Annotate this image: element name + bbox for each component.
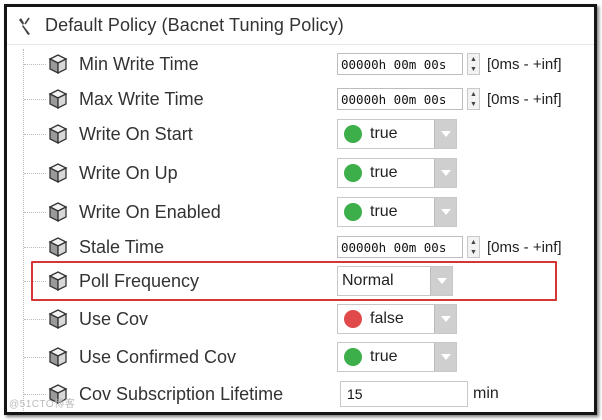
property-row-use-confirmed-cov: Use Confirmed Cov true [7, 338, 594, 376]
property-label: Write On Enabled [79, 201, 221, 222]
property-cube-icon [48, 237, 68, 258]
tree-branch [24, 64, 46, 65]
status-dot-icon [344, 164, 362, 182]
use-cov-select[interactable]: false [337, 304, 457, 334]
tree-branch [24, 212, 46, 213]
select-value: Normal [342, 272, 394, 289]
tree-branch [24, 281, 46, 282]
range-label: [0ms - +inf] [487, 90, 562, 108]
property-row-write-on-start: Write On Start true [7, 115, 594, 153]
range-label: [0ms - +inf] [487, 238, 562, 256]
spin-up-icon[interactable]: ▲ [470, 239, 477, 246]
select-value: true [370, 348, 398, 365]
write-on-start-select[interactable]: true [337, 119, 457, 149]
status-dot-icon [344, 203, 362, 221]
select-value: true [370, 125, 398, 142]
select-value: true [370, 203, 398, 220]
property-cube-icon [48, 271, 68, 292]
property-cube-icon [48, 89, 68, 110]
property-label: Poll Frequency [79, 270, 200, 291]
spin-down-icon[interactable]: ▼ [470, 101, 477, 108]
write-on-up-select[interactable]: true [337, 158, 457, 188]
tree-branch [24, 173, 46, 174]
property-row-cov-subscription-lifetime: Cov Subscription Lifetime 15 min [7, 375, 594, 412]
chevron-down-icon[interactable] [430, 267, 452, 295]
chevron-down-icon[interactable] [434, 159, 456, 187]
watermark: @51CTO博客 [9, 399, 76, 410]
spin-up-icon[interactable]: ▲ [470, 56, 477, 63]
tree-branch [24, 319, 46, 320]
stale-time-spinner[interactable]: ▲ ▼ [467, 236, 480, 258]
property-cube-icon [48, 163, 68, 184]
property-label: Write On Start [79, 123, 193, 144]
use-confirmed-cov-select[interactable]: true [337, 342, 457, 372]
min-write-time-spinner[interactable]: ▲ ▼ [467, 53, 480, 75]
unit-label: min [473, 385, 499, 402]
tree-branch [24, 134, 46, 135]
max-write-time-spinner[interactable]: ▲ ▼ [467, 88, 480, 110]
policy-title: Default Policy (Bacnet Tuning Policy) [45, 15, 344, 35]
property-row-poll-frequency: Poll Frequency Normal [7, 262, 594, 300]
property-row-write-on-up: Write On Up true [7, 154, 594, 192]
max-write-time-field[interactable]: 00000h 00m 00s [337, 88, 463, 110]
property-label: Use Cov [79, 308, 149, 329]
property-label: Cov Subscription Lifetime [79, 383, 284, 404]
policy-header[interactable]: Default Policy (Bacnet Tuning Policy) [7, 7, 594, 45]
chevron-down-icon[interactable] [434, 198, 456, 226]
property-cube-icon [48, 309, 68, 330]
poll-frequency-select[interactable]: Normal [337, 266, 453, 296]
status-dot-icon [344, 348, 362, 366]
property-label: Use Confirmed Cov [79, 346, 237, 367]
select-value: true [370, 164, 398, 181]
property-label: Min Write Time [79, 53, 199, 74]
property-cube-icon [48, 347, 68, 368]
min-write-time-field[interactable]: 00000h 00m 00s [337, 53, 463, 75]
tree-branch [24, 247, 46, 248]
property-sheet-window: Default Policy (Bacnet Tuning Policy) Mi… [4, 4, 597, 415]
select-value: false [370, 310, 404, 327]
property-row-min-write-time: Min Write Time 00000h 00m 00s ▲ ▼ [0ms -… [7, 45, 594, 83]
wrench-icon [19, 17, 30, 35]
property-row-write-on-enabled: Write On Enabled true [7, 193, 594, 231]
property-cube-icon [48, 202, 68, 223]
chevron-down-icon[interactable] [434, 305, 456, 333]
spin-up-icon[interactable]: ▲ [470, 91, 477, 98]
property-cube-icon [48, 124, 68, 145]
stale-time-field[interactable]: 00000h 00m 00s [337, 236, 463, 258]
range-label: [0ms - +inf] [487, 55, 562, 73]
property-label: Max Write Time [79, 88, 204, 109]
property-label: Stale Time [79, 236, 165, 257]
status-dot-icon [344, 125, 362, 143]
tree-branch [24, 99, 46, 100]
property-cube-icon [48, 54, 68, 75]
status-dot-icon [344, 310, 362, 328]
property-row-use-cov: Use Cov false [7, 300, 594, 338]
chevron-down-icon[interactable] [434, 343, 456, 371]
spin-down-icon[interactable]: ▼ [470, 249, 477, 256]
spin-down-icon[interactable]: ▼ [470, 66, 477, 73]
chevron-down-icon[interactable] [434, 120, 456, 148]
cov-lifetime-input[interactable]: 15 [340, 381, 468, 407]
write-on-enabled-select[interactable]: true [337, 197, 457, 227]
property-row-stale-time: Stale Time 00000h 00m 00s ▲ ▼ [0ms - +in… [7, 228, 594, 266]
tree-branch [24, 357, 46, 358]
property-row-max-write-time: Max Write Time 00000h 00m 00s ▲ ▼ [0ms -… [7, 80, 594, 118]
property-label: Write On Up [79, 162, 178, 183]
